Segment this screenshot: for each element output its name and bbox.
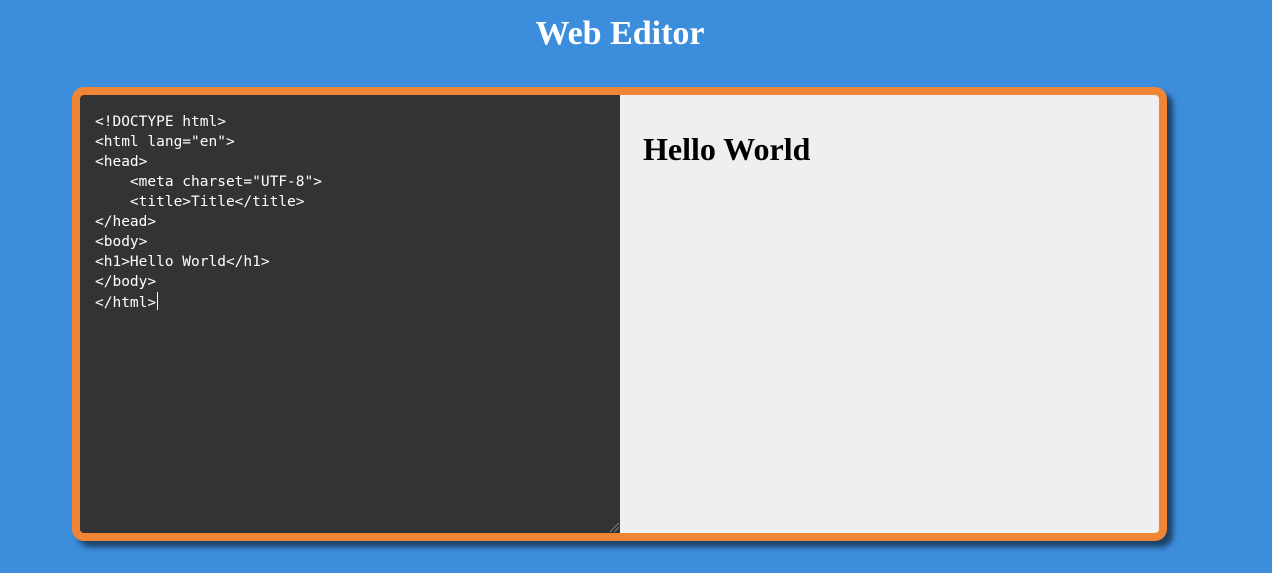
text-caret bbox=[157, 292, 159, 310]
code-line: <html lang="en"> bbox=[95, 134, 235, 150]
code-line-last: </html> bbox=[95, 292, 605, 312]
preview-heading: Hello World bbox=[643, 131, 811, 167]
page-title: Web Editor bbox=[535, 15, 705, 52]
editor-frame: <!DOCTYPE html> <html lang="en"> <head> <m… bbox=[72, 87, 1167, 541]
code-line-text: </html> bbox=[95, 295, 157, 311]
editor-panes: <!DOCTYPE html> <html lang="en"> <head> <m… bbox=[80, 95, 1159, 533]
code-line: <body> bbox=[95, 234, 148, 250]
preview-pane: Hello World bbox=[620, 95, 1159, 533]
code-line: <title>Title</title> bbox=[95, 194, 305, 210]
code-editor-textarea[interactable]: <!DOCTYPE html> <html lang="en"> <head> <m… bbox=[80, 95, 620, 533]
code-line: </body> bbox=[95, 274, 157, 290]
code-line: <!DOCTYPE html> bbox=[95, 114, 226, 130]
code-line: </head> bbox=[95, 214, 157, 230]
resize-handle-icon[interactable] bbox=[610, 523, 619, 532]
code-line: <head> bbox=[95, 154, 148, 170]
code-line: <meta charset="UTF-8"> bbox=[95, 174, 322, 190]
code-line: <h1>Hello World</h1> bbox=[95, 254, 270, 270]
